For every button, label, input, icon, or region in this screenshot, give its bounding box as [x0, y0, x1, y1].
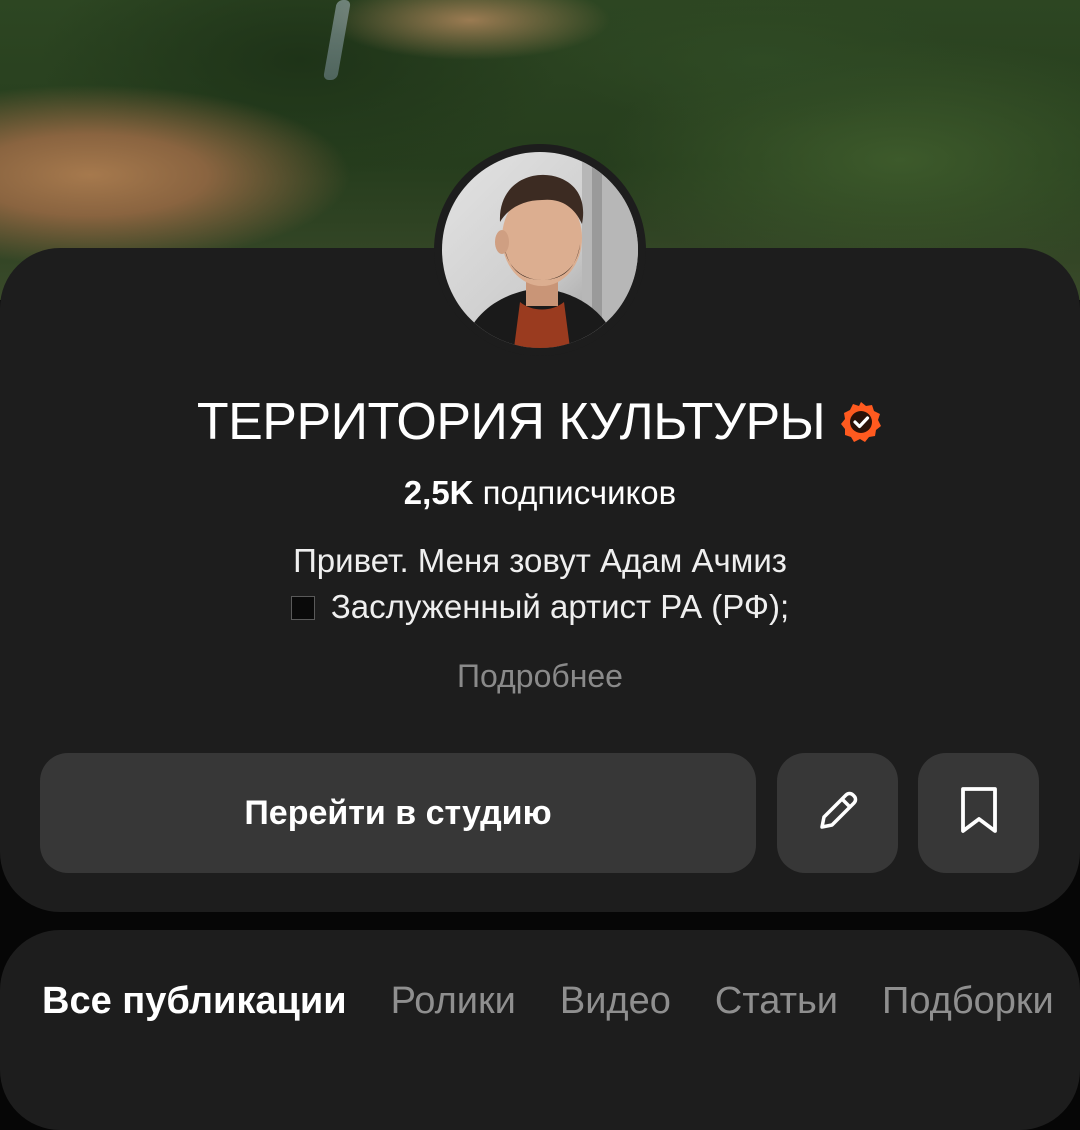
- avatar-photo: [442, 152, 638, 348]
- cover-river: [322, 0, 352, 80]
- description-line-2-row: Заслуженный артист РА (РФ);: [0, 584, 1080, 630]
- subscribers-label: подписчиков: [473, 474, 677, 511]
- tab-all-publications[interactable]: Все публикации: [42, 980, 347, 1032]
- edit-button[interactable]: [777, 753, 898, 873]
- bookmark-icon: [957, 785, 1001, 842]
- go-to-studio-button[interactable]: Перейти в студию: [40, 753, 756, 873]
- content-tabs: Все публикации Ролики Видео Статьи Подбо…: [42, 980, 1054, 1032]
- tab-shorts[interactable]: Ролики: [391, 980, 516, 1032]
- tab-collections[interactable]: Подборки: [882, 980, 1054, 1032]
- channel-title: ТЕРРИТОРИЯ КУЛЬТУРЫ: [196, 393, 826, 451]
- black-square-icon: [290, 596, 315, 620]
- verified-badge-icon: [839, 400, 883, 444]
- go-to-studio-label: Перейти в студию: [244, 793, 552, 832]
- pencil-icon: [812, 785, 864, 842]
- subscribers-count: 2,5K подписчиков: [0, 474, 1080, 512]
- tab-video[interactable]: Видео: [560, 980, 671, 1032]
- more-link[interactable]: Подробнее: [0, 658, 1080, 695]
- subscribers-number: 2,5K: [403, 474, 474, 511]
- channel-description: Привет. Меня зовут Адам Ачмиз Заслуженны…: [0, 538, 1080, 630]
- description-line-1: Привет. Меня зовут Адам Ачмиз: [293, 542, 787, 579]
- bookmark-button[interactable]: [918, 753, 1039, 873]
- description-line-2: Заслуженный артист РА (РФ);: [330, 588, 790, 625]
- avatar[interactable]: [434, 144, 646, 356]
- tab-articles[interactable]: Статьи: [715, 980, 838, 1032]
- channel-title-row: ТЕРРИТОРИЯ КУЛЬТУРЫ: [0, 392, 1080, 452]
